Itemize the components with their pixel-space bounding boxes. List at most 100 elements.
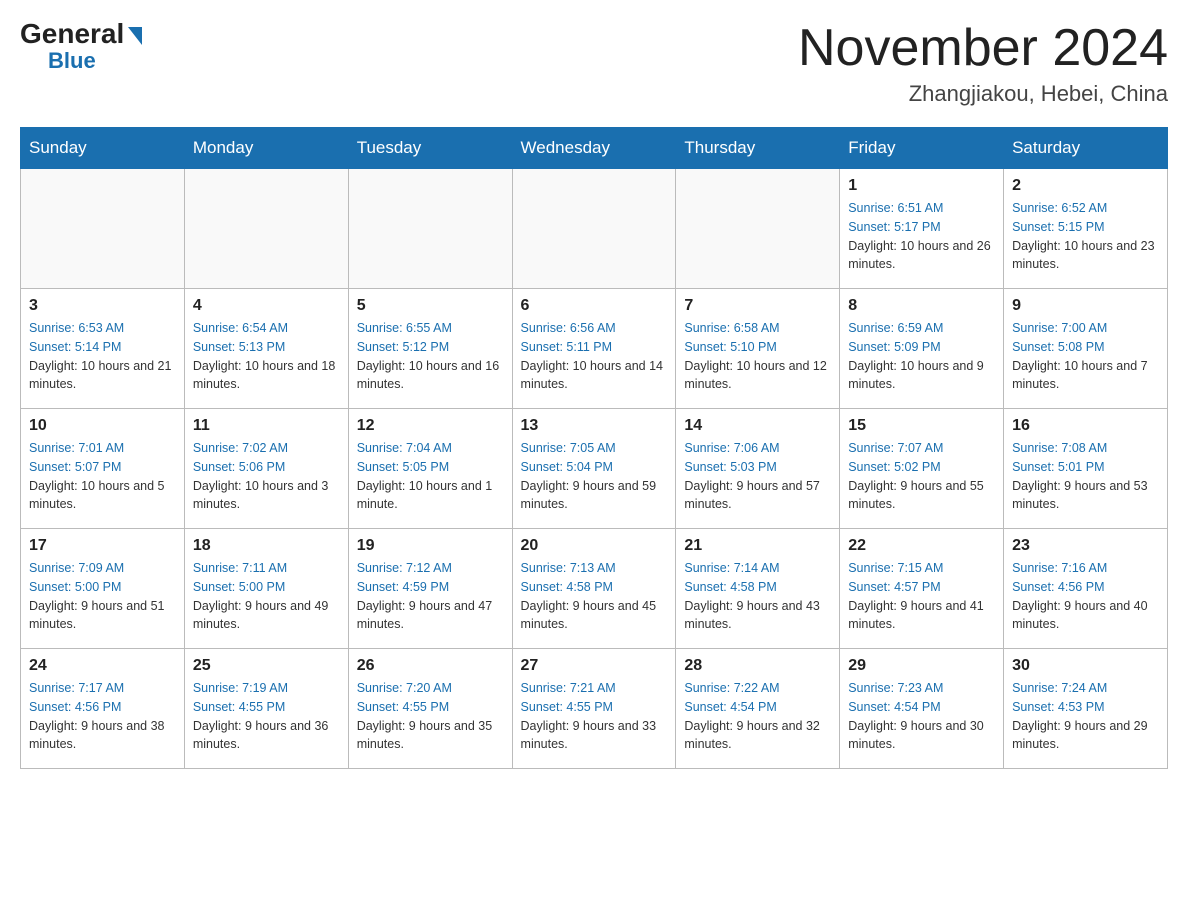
- sunrise-text: Sunrise: 7:21 AM: [521, 679, 668, 698]
- daylight-text: Daylight: 9 hours and 55 minutes.: [848, 477, 995, 515]
- sunrise-text: Sunrise: 7:15 AM: [848, 559, 995, 578]
- table-row: 21Sunrise: 7:14 AMSunset: 4:58 PMDayligh…: [676, 529, 840, 649]
- sunset-text: Sunset: 5:05 PM: [357, 458, 504, 477]
- daylight-text: Daylight: 9 hours and 40 minutes.: [1012, 597, 1159, 635]
- table-row: 6 Sunrise: 6:56 AMSunset: 5:11 PMDaylight…: [512, 289, 676, 409]
- daylight-text: Daylight: 10 hours and 12 minutes.: [684, 357, 831, 395]
- sunset-text: Sunset: 5:02 PM: [848, 458, 995, 477]
- day-number: 13: [521, 417, 668, 435]
- sunrise-text: Sunrise: 7:00 AM: [1012, 319, 1159, 338]
- daylight-text: Daylight: 10 hours and 26 minutes.: [848, 237, 995, 275]
- sunrise-text: Sunrise: 6:59 AM: [848, 319, 995, 338]
- table-row: 19 Sunrise: 7:12 AMSunset: 4:59 PMDayligh…: [348, 529, 512, 649]
- day-number: 21: [684, 537, 831, 555]
- day-number: 6: [521, 297, 668, 315]
- sunrise-text: Sunrise: 6:52 AM: [1012, 199, 1159, 218]
- table-row: 12Sunrise: 7:04 AMSunset: 5:05 PMDayligh…: [348, 409, 512, 529]
- table-row: 2Sunrise: 6:52 AMSunset: 5:15 PMDaylight…: [1004, 169, 1168, 289]
- day-info: Sunrise: 6:51 AMSunset: 5:17 PMDaylight:…: [848, 199, 995, 274]
- logo-general: General: [20, 20, 124, 48]
- table-row: 25 Sunrise: 7:19 AMSunset: 4:55 PMDayligh…: [184, 649, 348, 769]
- table-row: 30Sunrise: 7:24 AMSunset: 4:53 PMDayligh…: [1004, 649, 1168, 769]
- day-number: 2: [1012, 177, 1159, 195]
- sunrise-text: Sunrise: 6:53 AM: [29, 319, 176, 338]
- sunrise-text: Sunrise: 7:13 AM: [521, 559, 668, 578]
- logo-triangle-icon: [128, 27, 142, 45]
- day-number: 9: [1012, 297, 1159, 315]
- day-number: 27: [521, 657, 668, 675]
- table-row: 20Sunrise: 7:13 AMSunset: 4:58 PMDayligh…: [512, 529, 676, 649]
- sunrise-text: Sunrise: 6:58 AM: [684, 319, 831, 338]
- sunrise-text: Sunrise: 7:24 AM: [1012, 679, 1159, 698]
- daylight-text: Daylight: 9 hours and 29 minutes.: [1012, 717, 1159, 755]
- day-number: 25: [193, 657, 340, 675]
- location: Zhangjiakou, Hebei, China: [798, 81, 1168, 107]
- header-wednesday: Wednesday: [512, 128, 676, 169]
- day-number: 1: [848, 177, 995, 195]
- table-row: 4Sunrise: 6:54 AMSunset: 5:13 PMDaylight…: [184, 289, 348, 409]
- sunrise-text: Sunrise: 7:07 AM: [848, 439, 995, 458]
- table-row: 27Sunrise: 7:21 AMSunset: 4:55 PMDayligh…: [512, 649, 676, 769]
- daylight-text: Daylight: 9 hours and 51 minutes.: [29, 597, 176, 635]
- day-info: Sunrise: 7:12 AMSunset: 4:59 PMDaylight:…: [357, 559, 504, 634]
- month-title: November 2024: [798, 20, 1168, 77]
- sunrise-text: Sunrise: 7:16 AM: [1012, 559, 1159, 578]
- sunset-text: Sunset: 4:55 PM: [521, 698, 668, 717]
- sunrise-text: Sunrise: 7:23 AM: [848, 679, 995, 698]
- table-row: 13 Sunrise: 7:05 AMSunset: 5:04 PMDayligh…: [512, 409, 676, 529]
- day-info: Sunrise: 7:05 AMSunset: 5:04 PMDaylight:…: [521, 439, 668, 514]
- table-row: 9Sunrise: 7:00 AMSunset: 5:08 PMDaylight…: [1004, 289, 1168, 409]
- day-info: Sunrise: 7:08 AMSunset: 5:01 PMDaylight:…: [1012, 439, 1159, 514]
- table-row: 5Sunrise: 6:55 AMSunset: 5:12 PMDaylight…: [348, 289, 512, 409]
- day-number: 4: [193, 297, 340, 315]
- sunrise-text: Sunrise: 7:04 AM: [357, 439, 504, 458]
- header-sunday: Sunday: [21, 128, 185, 169]
- daylight-text: Daylight: 10 hours and 16 minutes.: [357, 357, 504, 395]
- daylight-text: Daylight: 9 hours and 43 minutes.: [684, 597, 831, 635]
- sunrise-text: Sunrise: 7:08 AM: [1012, 439, 1159, 458]
- day-info: Sunrise: 7:17 AMSunset: 4:56 PMDaylight:…: [29, 679, 176, 754]
- sunset-text: Sunset: 4:53 PM: [1012, 698, 1159, 717]
- day-number: 16: [1012, 417, 1159, 435]
- day-info: Sunrise: 7:01 AMSunset: 5:07 PMDaylight:…: [29, 439, 176, 514]
- daylight-text: Daylight: 9 hours and 30 minutes.: [848, 717, 995, 755]
- sunrise-text: Sunrise: 7:05 AM: [521, 439, 668, 458]
- calendar-week-row: 10Sunrise: 7:01 AMSunset: 5:07 PMDayligh…: [21, 409, 1168, 529]
- sunset-text: Sunset: 4:54 PM: [848, 698, 995, 717]
- sunset-text: Sunset: 5:08 PM: [1012, 338, 1159, 357]
- day-info: Sunrise: 7:11 AMSunset: 5:00 PMDaylight:…: [193, 559, 340, 634]
- day-number: 23: [1012, 537, 1159, 555]
- day-number: 7: [684, 297, 831, 315]
- sunrise-text: Sunrise: 7:20 AM: [357, 679, 504, 698]
- sunrise-text: Sunrise: 7:22 AM: [684, 679, 831, 698]
- sunset-text: Sunset: 5:06 PM: [193, 458, 340, 477]
- calendar-week-row: 24 Sunrise: 7:17 AMSunset: 4:56 PMDayligh…: [21, 649, 1168, 769]
- daylight-text: Daylight: 9 hours and 57 minutes.: [684, 477, 831, 515]
- day-number: 24: [29, 657, 176, 675]
- table-row: 24 Sunrise: 7:17 AMSunset: 4:56 PMDayligh…: [21, 649, 185, 769]
- calendar-header-row: Sunday Monday Tuesday Wednesday Thursday…: [21, 128, 1168, 169]
- day-number: 19: [357, 537, 504, 555]
- sunset-text: Sunset: 4:58 PM: [684, 578, 831, 597]
- sunset-text: Sunset: 5:10 PM: [684, 338, 831, 357]
- header-thursday: Thursday: [676, 128, 840, 169]
- table-row: 1 Sunrise: 6:51 AMSunset: 5:17 PMDaylight…: [840, 169, 1004, 289]
- day-info: Sunrise: 6:53 AMSunset: 5:14 PMDaylight:…: [29, 319, 176, 394]
- daylight-text: Daylight: 9 hours and 38 minutes.: [29, 717, 176, 755]
- sunrise-text: Sunrise: 6:55 AM: [357, 319, 504, 338]
- header-saturday: Saturday: [1004, 128, 1168, 169]
- daylight-text: Daylight: 10 hours and 14 minutes.: [521, 357, 668, 395]
- day-info: Sunrise: 7:24 AMSunset: 4:53 PMDaylight:…: [1012, 679, 1159, 754]
- sunset-text: Sunset: 5:15 PM: [1012, 218, 1159, 237]
- day-info: Sunrise: 7:19 AMSunset: 4:55 PMDaylight:…: [193, 679, 340, 754]
- day-info: Sunrise: 7:20 AMSunset: 4:55 PMDaylight:…: [357, 679, 504, 754]
- sunrise-text: Sunrise: 6:51 AM: [848, 199, 995, 218]
- table-row: 11Sunrise: 7:02 AMSunset: 5:06 PMDayligh…: [184, 409, 348, 529]
- day-info: Sunrise: 6:56 AMSunset: 5:11 PMDaylight:…: [521, 319, 668, 394]
- sunset-text: Sunset: 4:57 PM: [848, 578, 995, 597]
- day-number: 5: [357, 297, 504, 315]
- day-number: 12: [357, 417, 504, 435]
- sunset-text: Sunset: 5:07 PM: [29, 458, 176, 477]
- sunset-text: Sunset: 5:13 PM: [193, 338, 340, 357]
- calendar-week-row: 1 Sunrise: 6:51 AMSunset: 5:17 PMDaylight…: [21, 169, 1168, 289]
